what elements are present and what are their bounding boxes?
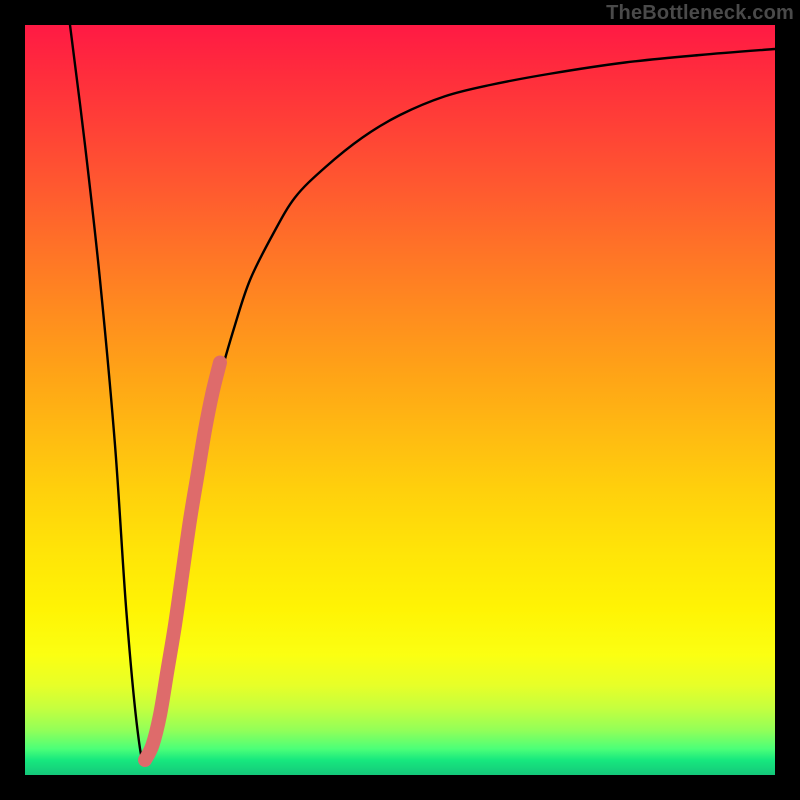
watermark-text: TheBottleneck.com — [606, 2, 794, 25]
plot-area — [25, 25, 775, 775]
curve-svg — [25, 25, 775, 775]
highlight-segment-path — [145, 363, 220, 761]
chart-frame: TheBottleneck.com — [0, 0, 800, 800]
